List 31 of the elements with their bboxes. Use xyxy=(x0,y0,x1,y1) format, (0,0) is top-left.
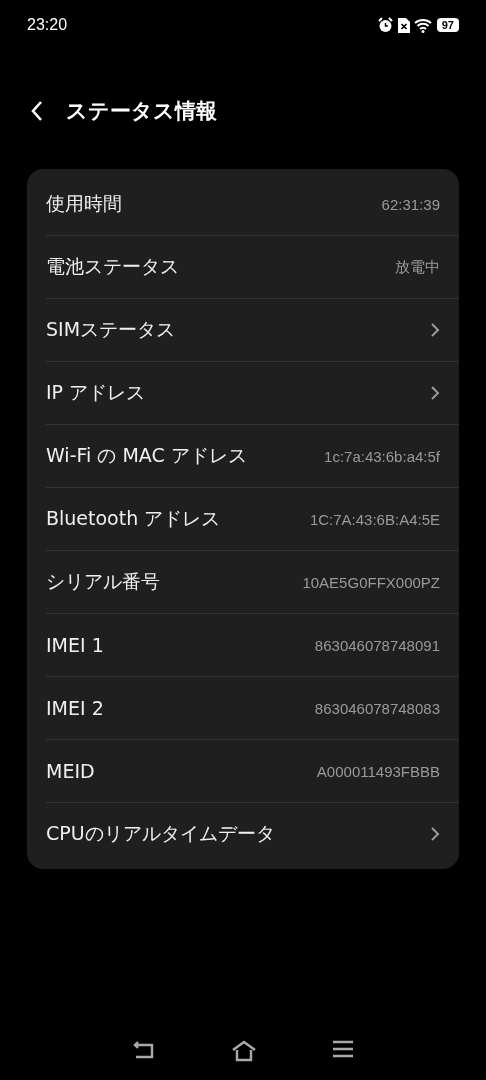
row-value: A000011493FBBB xyxy=(316,762,440,780)
row-value: 62:31:39 xyxy=(381,195,440,213)
row-label[interactable]: IP アドレス xyxy=(46,380,146,406)
row-label: 電池ステータス xyxy=(46,254,179,279)
row-label: Wi-Fi の MAC アドレス xyxy=(46,443,247,468)
page-title: ステータス情報 xyxy=(66,98,217,125)
alarm-clock-icon xyxy=(376,17,394,33)
chevron-right-icon[interactable] xyxy=(430,322,440,338)
row-label: IMEI 1 xyxy=(46,634,104,656)
battery-level: 97 xyxy=(436,18,459,32)
status-time: 23:20 xyxy=(27,16,68,34)
chevron-right-icon[interactable] xyxy=(430,826,440,842)
row-label: IMEI 2 xyxy=(46,697,104,719)
wifi-icon xyxy=(413,17,433,33)
row-value: 1c:7a:43:6b:a4:5f xyxy=(324,447,440,465)
row-label: Bluetooth アドレス xyxy=(46,506,221,531)
row-value: 863046078748091 xyxy=(314,636,440,654)
menu-icon[interactable] xyxy=(331,1040,354,1058)
row-label: シリアル番号 xyxy=(46,569,160,594)
row-value: 10AE5G0FFX000PZ xyxy=(302,573,440,591)
row-value: 放電中 xyxy=(395,257,440,277)
home-icon[interactable] xyxy=(231,1040,257,1062)
no-sim-icon xyxy=(397,17,410,33)
row-value: 863046078748083 xyxy=(314,699,440,717)
back-icon[interactable] xyxy=(30,100,44,122)
row-value: 1C:7A:43:6B:A4:5E xyxy=(309,510,440,528)
row-label[interactable]: SIMステータス xyxy=(46,317,176,343)
chevron-right-icon[interactable] xyxy=(430,385,440,401)
row-label[interactable]: CPUのリアルタイムデータ xyxy=(46,821,275,847)
row-label: 使用時間 xyxy=(46,191,122,216)
row-label: MEID xyxy=(46,760,95,782)
